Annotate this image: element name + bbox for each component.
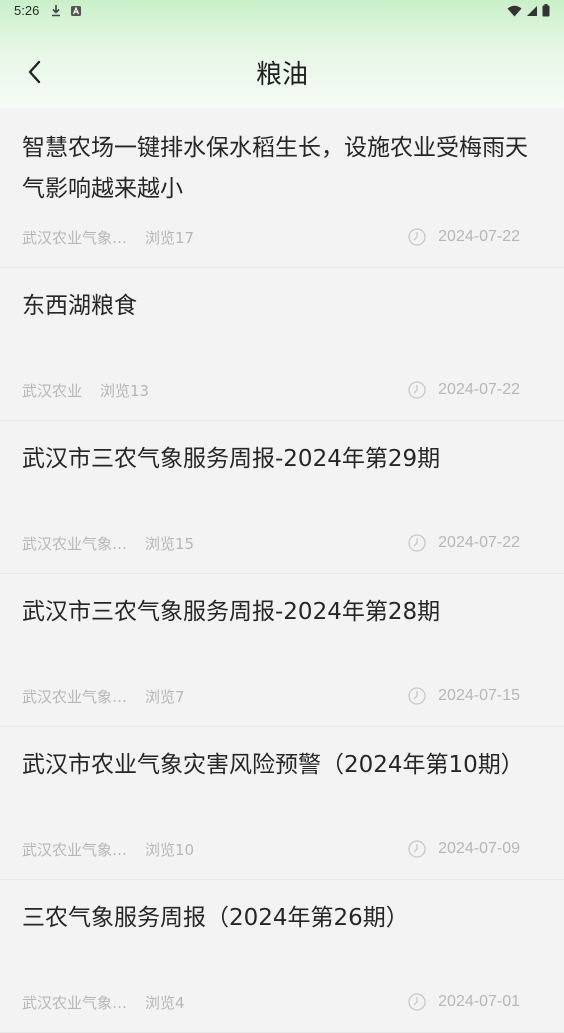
clock-icon bbox=[408, 993, 426, 1011]
article-source: 武汉农业气象… bbox=[22, 534, 128, 553]
battery-icon bbox=[542, 4, 550, 17]
article-source: 武汉农业气象… bbox=[22, 687, 128, 706]
article-date: 2024-07-15 bbox=[438, 687, 520, 704]
article-views: 浏览10 bbox=[145, 840, 195, 859]
article-meta: 武汉农业气象… 浏览7 2024-07-15 bbox=[22, 686, 520, 706]
list-item[interactable]: 三农气象服务周报（2024年第26期） 武汉农业气象… 浏览4 2024-07-… bbox=[0, 880, 564, 1033]
clock-icon bbox=[408, 228, 426, 246]
article-title: 武汉市农业气象灾害风险预警（2024年第10期） bbox=[22, 752, 524, 778]
article-title: 三农气象服务周报（2024年第26期） bbox=[22, 905, 409, 931]
status-left-icons bbox=[50, 4, 82, 17]
article-source: 武汉农业气象… bbox=[22, 993, 128, 1012]
article-title: 武汉市三农气象服务周报-2024年第28期 bbox=[22, 599, 441, 625]
article-date: 2024-07-01 bbox=[438, 993, 520, 1010]
article-source: 武汉农业气象… bbox=[22, 228, 128, 247]
download-icon bbox=[52, 5, 60, 17]
wifi-icon bbox=[507, 5, 522, 16]
article-date: 2024-07-22 bbox=[438, 228, 520, 245]
list-item[interactable]: 智慧农场一键排水保水稻生长，设施农业受梅雨天气影响越来越小 武汉农业气象… 浏览… bbox=[0, 110, 564, 268]
clock-icon bbox=[408, 840, 426, 858]
list-item[interactable]: 武汉市三农气象服务周报-2024年第28期 武汉农业气象… 浏览7 2024-0… bbox=[0, 574, 564, 727]
article-title: 东西湖粮食 bbox=[22, 293, 137, 319]
article-source: 武汉农业气象… bbox=[22, 840, 128, 859]
clock-icon bbox=[408, 381, 426, 399]
list-item[interactable]: 东西湖粮食 武汉农业 浏览13 2024-07-22 bbox=[0, 268, 564, 421]
article-title: 智慧农场一键排水保水稻生长，设施农业受梅雨天气影响越来越小 bbox=[22, 135, 528, 202]
clock-icon bbox=[408, 687, 426, 705]
article-title: 武汉市三农气象服务周报-2024年第29期 bbox=[22, 446, 441, 472]
article-meta: 武汉农业 浏览13 2024-07-22 bbox=[22, 380, 520, 400]
status-bar: 5:26 bbox=[0, 0, 564, 24]
article-meta: 武汉农业气象… 浏览17 2024-07-22 bbox=[22, 227, 520, 247]
app-header: 粮油 bbox=[0, 40, 564, 106]
article-views: 浏览7 bbox=[145, 687, 185, 706]
list-item[interactable]: 武汉市农业气象灾害风险预警（2024年第10期） 武汉农业气象… 浏览10 20… bbox=[0, 727, 564, 880]
article-views: 浏览4 bbox=[145, 993, 185, 1012]
article-meta: 武汉农业气象… 浏览15 2024-07-22 bbox=[22, 533, 520, 553]
clock-icon bbox=[408, 534, 426, 552]
article-source: 武汉农业 bbox=[22, 381, 83, 400]
article-views: 浏览17 bbox=[145, 228, 195, 247]
article-meta: 武汉农业气象… 浏览10 2024-07-09 bbox=[22, 839, 520, 859]
article-views: 浏览13 bbox=[100, 381, 150, 400]
status-right-icons bbox=[507, 4, 550, 17]
article-views: 浏览15 bbox=[145, 534, 195, 553]
signal-icon bbox=[527, 5, 537, 16]
article-date: 2024-07-22 bbox=[438, 381, 520, 398]
article-list: 智慧农场一键排水保水稻生长，设施农业受梅雨天气影响越来越小 武汉农业气象… 浏览… bbox=[0, 110, 564, 1033]
article-date: 2024-07-09 bbox=[438, 840, 520, 857]
article-date: 2024-07-22 bbox=[438, 534, 520, 551]
page-title: 粮油 bbox=[255, 60, 308, 90]
status-time: 5:26 bbox=[14, 3, 40, 18]
notification-a-icon bbox=[71, 5, 81, 16]
article-meta: 武汉农业气象… 浏览4 2024-07-01 bbox=[22, 992, 520, 1012]
list-item[interactable]: 武汉市三农气象服务周报-2024年第29期 武汉农业气象… 浏览15 2024-… bbox=[0, 421, 564, 574]
